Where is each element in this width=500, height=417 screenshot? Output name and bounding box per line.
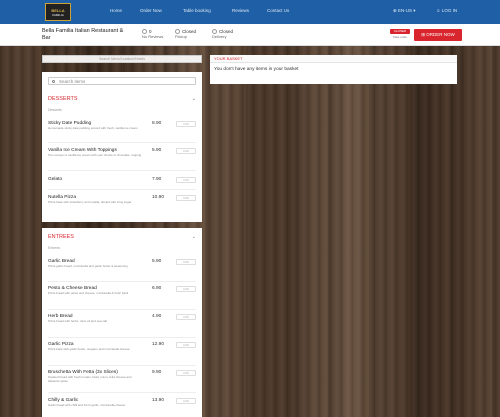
chevron-down-icon[interactable]: ⌄ [192, 96, 196, 102]
divider [48, 309, 196, 310]
pickup-stat: Closed Pickup [175, 29, 196, 39]
item-price: 12.90 [152, 342, 165, 347]
item-description: Two scoops of vanilla ice cream with you… [48, 153, 142, 157]
item-price: 8.90 [152, 121, 162, 126]
basket-title: YOUR BASKET [210, 55, 457, 63]
category-title-desserts[interactable]: DESSERTS [48, 96, 78, 102]
add-item-button[interactable]: ADD [176, 121, 196, 127]
item-price: 10.90 [152, 195, 165, 200]
search-items-placeholder: Search items [59, 79, 86, 84]
nav-reviews[interactable]: Reviews [232, 8, 249, 13]
divider [48, 189, 196, 190]
divider [48, 142, 196, 143]
delivery-status: Closed [219, 29, 234, 34]
divider [48, 170, 196, 171]
divider [48, 365, 196, 366]
search-items-input[interactable]: Search items [48, 77, 196, 85]
category-description: Desserts [48, 108, 62, 112]
item-description: Pizza base with strawberry and nutella, … [48, 200, 132, 204]
add-item-button[interactable]: ADD [176, 370, 196, 376]
reviews-stat[interactable]: 0 No Reviews [142, 29, 163, 39]
delivery-stat: Closed Delivery [212, 29, 233, 39]
item-price: 5.90 [152, 259, 162, 264]
login-link[interactable]: ☺ LOG IN [436, 8, 457, 13]
item-price: 9.90 [152, 370, 162, 375]
divider [48, 281, 196, 282]
item-price: 7.90 [152, 177, 162, 182]
item-description: Garlic bread with chilli and fresh garli… [48, 403, 126, 407]
add-item-button[interactable]: ADD [176, 195, 196, 201]
nav-menu: Home Order Now Table booking Reviews Con… [0, 8, 500, 16]
restaurant-name: Bella Familia Italian Restaurant & Bar [42, 28, 124, 41]
language-selector[interactable]: ⊕ EN-US ▾ [393, 8, 416, 14]
item-description: Pizza bread with pesto and cheese, mozza… [48, 291, 129, 295]
top-navigation-bar: BELLA FAMILIA Home Order Now Table booki… [0, 0, 500, 24]
item-description: Pizza bread with herbs, olive oil and se… [48, 319, 108, 323]
entrees-panel: ENTREES ⌄ Entrees Garlic Bread 5.90 ADD … [42, 228, 202, 417]
item-price: 5.90 [152, 148, 162, 153]
category-description: Entrees [48, 246, 61, 250]
take-order-label: Take order [392, 35, 408, 39]
basket-empty-message: You don't have any items in your basket [214, 67, 299, 72]
chevron-down-icon[interactable]: ⌄ [192, 234, 196, 240]
nav-order-now[interactable]: Order Now [140, 8, 162, 13]
item-description: Pizza base with garlic butter, oregano a… [48, 347, 130, 351]
item-description: Toasted bread with fresh tomato, basil, … [48, 375, 132, 383]
item-name: Gelato [48, 177, 63, 182]
add-item-button[interactable]: ADD [176, 314, 196, 320]
order-now-button[interactable]: ⊞ ORDER NOW [414, 29, 462, 41]
order-now-label: ORDER NOW [426, 32, 455, 37]
restaurant-info-bar: Bella Familia Italian Restaurant & Bar 0… [0, 24, 500, 46]
reviews-count: 0 [149, 29, 152, 34]
login-label: LOG IN [441, 8, 458, 13]
desserts-panel: Search items DESSERTS ⌄ Desserts Sticky … [42, 72, 202, 222]
chevron-down-icon: ▾ [412, 8, 416, 13]
closed-badge-label: CLOSED [390, 29, 410, 34]
pickup-label: Pickup [175, 34, 188, 40]
add-item-button[interactable]: ADD [176, 286, 196, 292]
add-item-button[interactable]: ADD [176, 398, 196, 404]
item-price: 6.90 [152, 286, 162, 291]
nav-table-booking[interactable]: Table booking [183, 8, 211, 13]
menu-location-search[interactable]: Search Menu/Location/Hotels [42, 55, 202, 63]
add-item-button[interactable]: ADD [176, 259, 196, 265]
reviews-label: No Reviews [142, 34, 164, 40]
delivery-label: Delivery [212, 34, 227, 40]
divider [48, 337, 196, 338]
add-item-button[interactable]: ADD [176, 177, 196, 183]
search-icon [52, 80, 55, 83]
basket-panel: YOUR BASKET You don't have any items in … [210, 55, 457, 84]
category-title-entrees[interactable]: ENTREES [48, 234, 74, 240]
item-description: Pizza garlic bread, mozzarella and garli… [48, 264, 128, 268]
item-price: 13.90 [152, 398, 165, 403]
nav-home[interactable]: Home [110, 8, 122, 13]
item-price: 4.90 [152, 314, 162, 319]
nav-contact-us[interactable]: Contact Us [267, 8, 289, 13]
divider [48, 392, 196, 393]
language-label: EN-US [398, 8, 413, 13]
pickup-status: Closed [182, 29, 197, 34]
item-description: Homemade sticky date pudding served with… [48, 126, 138, 130]
closed-badge: CLOSED Take order [390, 29, 410, 41]
add-item-button[interactable]: ADD [176, 148, 196, 154]
add-item-button[interactable]: ADD [176, 342, 196, 348]
